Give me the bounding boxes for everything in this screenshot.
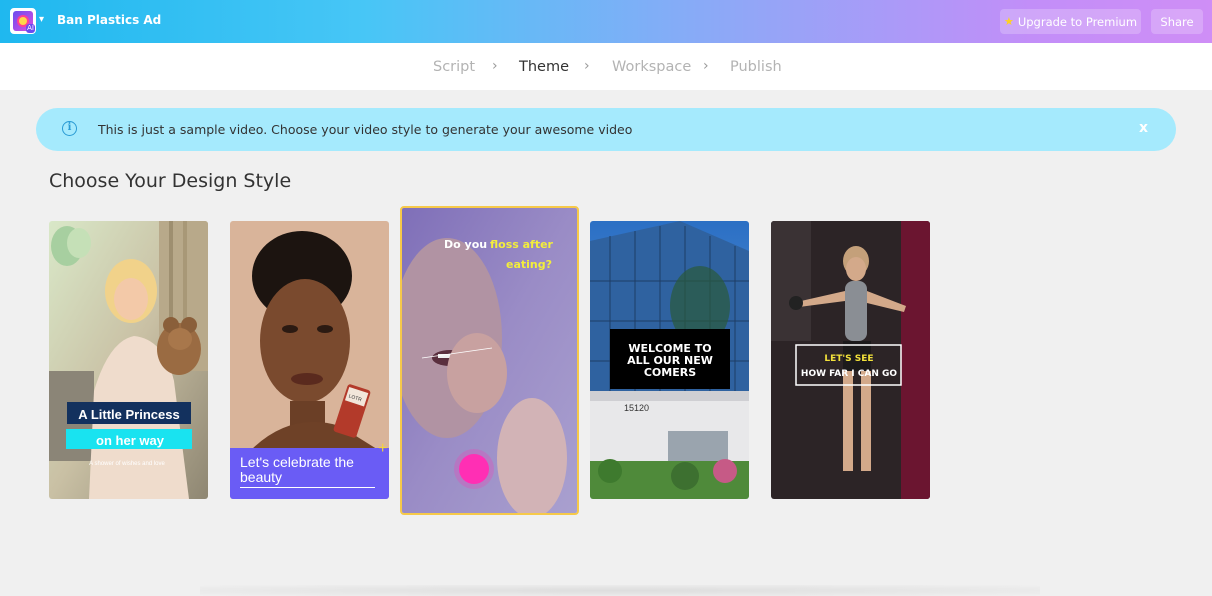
- chevron-right-icon: ›: [584, 58, 590, 74]
- step-theme[interactable]: Theme: [519, 59, 569, 75]
- share-label: Share: [1160, 14, 1194, 29]
- upgrade-premium-label: Upgrade to Premium: [1017, 14, 1138, 29]
- template-thumbnail: LOTR + Let's celebrate the beauty: [230, 221, 389, 499]
- step-script[interactable]: Script: [433, 59, 475, 75]
- welcome-line3: COMERS: [644, 366, 696, 379]
- template-thumbnail: 15120 WELCOME TO ALL OUR NEW COMERS: [590, 221, 749, 499]
- chevron-right-icon: ›: [492, 58, 498, 74]
- template-card-beauty[interactable]: LOTR + Let's celebrate the beauty: [230, 221, 389, 499]
- template-card-welcome[interactable]: 15120 WELCOME TO ALL OUR NEW COMERS: [590, 221, 749, 499]
- star-icon: ★: [1003, 15, 1014, 28]
- svg-text:+: +: [378, 440, 387, 457]
- share-button[interactable]: Share: [1151, 9, 1203, 34]
- fitness-text-yellow: LET'S SEE: [824, 354, 873, 364]
- close-icon[interactable]: x: [1139, 120, 1148, 136]
- info-icon: i: [62, 121, 77, 136]
- template-thumbnail: A Little Princess on her way A shower of…: [49, 221, 208, 499]
- project-title[interactable]: Ban Plastics Ad: [57, 13, 161, 27]
- step-workspace[interactable]: Workspace: [612, 59, 691, 75]
- template-card-fitness[interactable]: LET'S SEE HOW FAR I CAN GO: [771, 221, 930, 499]
- floss-text-white: Do you: [444, 238, 487, 251]
- template-card-floss[interactable]: Do you floss after eating?: [400, 206, 579, 515]
- princess-title-line1: A Little Princess: [78, 407, 179, 422]
- floss-text-yellow-1: floss after: [490, 238, 554, 251]
- floss-text-yellow-2: eating?: [506, 258, 552, 271]
- banner-message: This is just a sample video. Choose your…: [98, 122, 633, 137]
- app-logo-icon[interactable]: AI: [10, 8, 36, 34]
- template-thumbnail: LET'S SEE HOW FAR I CAN GO: [771, 221, 930, 499]
- chevron-down-icon[interactable]: ▾: [39, 14, 44, 25]
- beauty-caption-line2: beauty: [240, 469, 282, 485]
- template-card-princess[interactable]: A Little Princess on her way A shower of…: [49, 221, 208, 499]
- page-title: Choose Your Design Style: [49, 170, 292, 192]
- step-navigation: Script › Theme › Workspace › Publish: [0, 43, 1212, 90]
- fitness-text-white: HOW FAR I CAN GO: [801, 369, 897, 379]
- logo-ai-badge: AI: [26, 24, 35, 33]
- chevron-right-icon: ›: [703, 58, 709, 74]
- step-publish[interactable]: Publish: [730, 59, 782, 75]
- beauty-caption-line1: Let's celebrate the: [240, 454, 354, 470]
- princess-subtitle: A shower of wishes and love: [89, 461, 165, 467]
- princess-title-line2: on her way: [96, 433, 165, 448]
- sample-video-banner: i This is just a sample video. Choose yo…: [36, 108, 1176, 151]
- template-thumbnail: Do you floss after eating?: [402, 208, 577, 513]
- upgrade-premium-button[interactable]: ★ Upgrade to Premium: [1000, 9, 1141, 34]
- building-number: 15120: [624, 403, 649, 413]
- bottom-shadow: [200, 585, 1040, 596]
- top-bar: AI ▾ Ban Plastics Ad ★ Upgrade to Premiu…: [0, 0, 1212, 43]
